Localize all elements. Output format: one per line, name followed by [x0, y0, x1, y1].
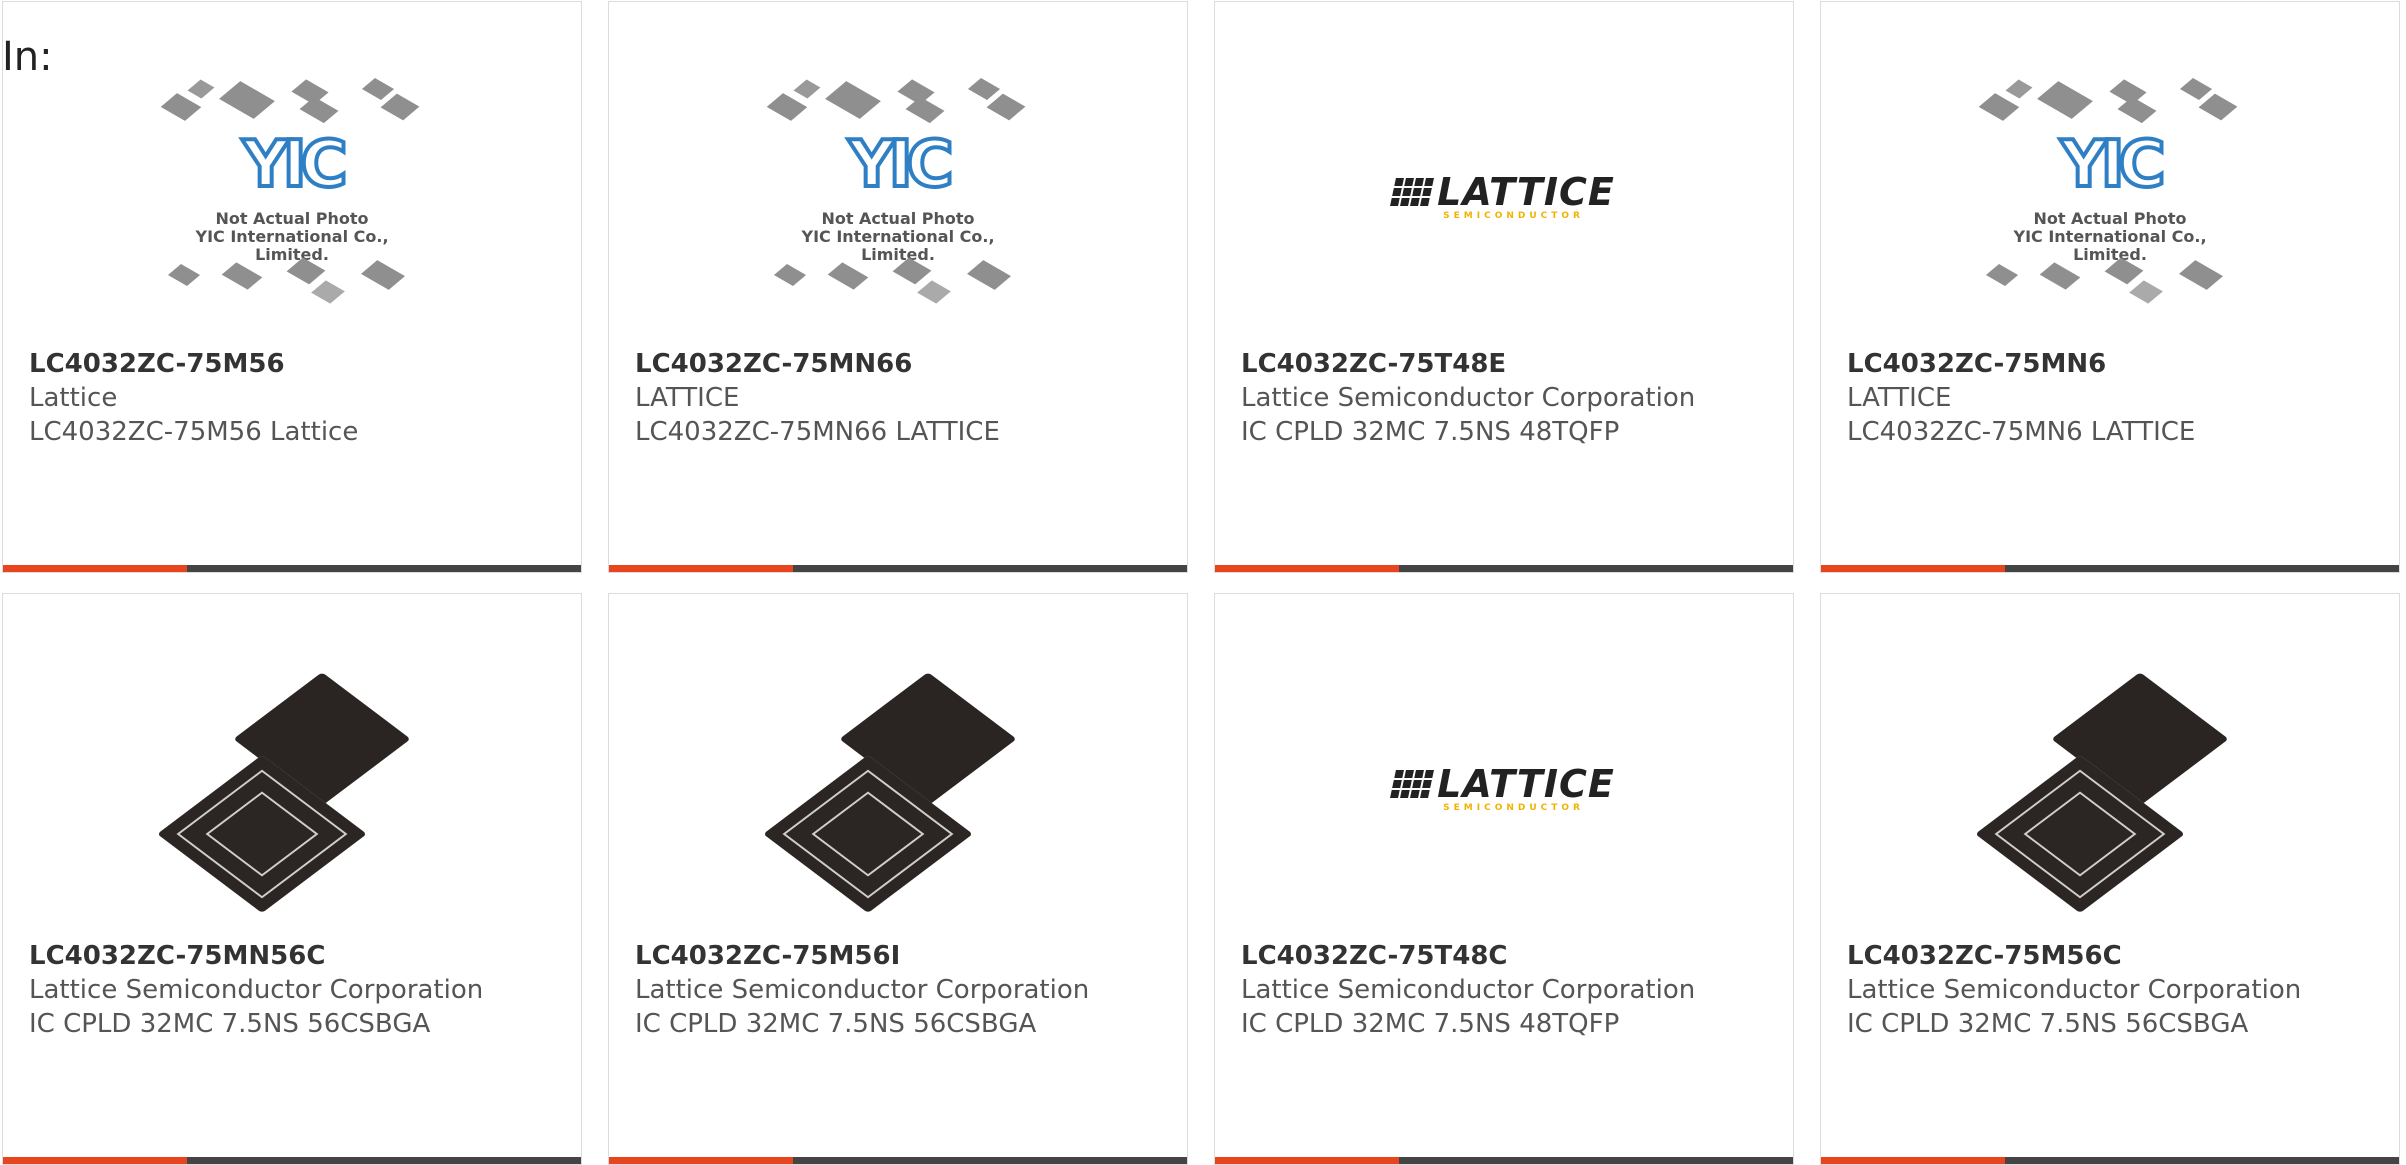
placeholder-line1: Not Actual Photo — [2033, 209, 2187, 228]
manufacturer: Lattice — [29, 383, 118, 413]
product-card[interactable]: LATTICE SEMICONDUCTOR LC4032ZC-75T48C La… — [1214, 593, 1794, 1165]
part-number-link[interactable]: LC4032ZC-75M56 — [29, 347, 561, 381]
part-number-link[interactable]: LC4032ZC-75T48E — [1241, 347, 1773, 381]
part-number-link[interactable]: LC4032ZC-75MN56C — [29, 939, 561, 973]
product-card[interactable]: LC4032ZC-75M56I Lattice Semiconductor Co… — [608, 593, 1188, 1165]
description: IC CPLD 32MC 7.5NS 48TQFP — [1241, 1009, 1620, 1039]
product-info: LC4032ZC-75M56I Lattice Semiconductor Co… — [635, 939, 1167, 1041]
lattice-logo-word: LATTICE — [1437, 762, 1615, 806]
product-card[interactable]: YIC Not Actual Photo YIC International C… — [1820, 1, 2400, 573]
yic-logo-icon: YIC — [240, 126, 349, 204]
placeholder-line2: YIC International Co., Limited. — [195, 227, 389, 264]
yic-placeholder-image: YIC Not Actual Photo YIC International C… — [1975, 77, 2245, 317]
manufacturer: Lattice Semiconductor Corporation — [1241, 975, 1696, 1005]
product-image[interactable]: YIC Not Actual Photo YIC International C… — [1821, 57, 2399, 337]
product-card[interactable]: YIC Not Actual Photo YIC International C… — [608, 1, 1188, 573]
bga-chip-image — [1975, 672, 2229, 914]
lattice-logo-sub: SEMICONDUCTOR — [1443, 211, 1584, 221]
manufacturer: Lattice Semiconductor Corporation — [29, 975, 484, 1005]
product-info: LC4032ZC-75T48E Lattice Semiconductor Co… — [1241, 347, 1773, 449]
product-card[interactable]: LC4032ZC-75MN56C Lattice Semiconductor C… — [2, 593, 582, 1165]
placeholder-line2: YIC International Co., Limited. — [801, 227, 995, 264]
placeholder-line1: Not Actual Photo — [215, 209, 369, 228]
product-card[interactable]: LATTICE SEMICONDUCTOR LC4032ZC-75T48E La… — [1214, 1, 1794, 573]
product-image[interactable]: YIC Not Actual Photo YIC International C… — [609, 57, 1187, 337]
lattice-logo-sub: SEMICONDUCTOR — [1443, 803, 1584, 813]
lattice-logo-icon: LATTICE SEMICONDUCTOR — [1390, 170, 1615, 221]
product-info: LC4032ZC-75MN66 LATTICE LC4032ZC-75MN66 … — [635, 347, 1167, 449]
yic-placeholder-image: YIC Not Actual Photo YIC International C… — [763, 77, 1033, 317]
part-number-link[interactable]: LC4032ZC-75M56I — [635, 939, 1167, 973]
part-number-link[interactable]: LC4032ZC-75M56C — [1847, 939, 2379, 973]
product-info: LC4032ZC-75M56C Lattice Semiconductor Co… — [1847, 939, 2379, 1041]
product-image[interactable]: LATTICE SEMICONDUCTOR — [1215, 57, 1793, 337]
placeholder-caption: Not Actual Photo YIC International Co., … — [1975, 210, 2245, 264]
product-info: LC4032ZC-75T48C Lattice Semiconductor Co… — [1241, 939, 1773, 1041]
part-number-link[interactable]: LC4032ZC-75T48C — [1241, 939, 1773, 973]
manufacturer: LATTICE — [1847, 383, 1952, 413]
description: IC CPLD 32MC 7.5NS 56CSBGA — [635, 1009, 1037, 1039]
manufacturer: Lattice Semiconductor Corporation — [1847, 975, 2302, 1005]
lattice-logo-icon: LATTICE SEMICONDUCTOR — [1390, 762, 1615, 813]
product-image[interactable]: YIC Not Actual Photo YIC International C… — [3, 57, 581, 337]
product-grid: YIC Not Actual Photo YIC International C… — [2, 1, 2406, 1165]
card-footer-bar — [1215, 565, 1793, 572]
manufacturer: Lattice Semiconductor Corporation — [635, 975, 1090, 1005]
product-info: LC4032ZC-75MN56C Lattice Semiconductor C… — [29, 939, 561, 1041]
placeholder-caption: Not Actual Photo YIC International Co., … — [763, 210, 1033, 264]
product-info: LC4032ZC-75MN6 LATTICE LC4032ZC-75MN6 LA… — [1847, 347, 2379, 449]
product-image[interactable]: LATTICE SEMICONDUCTOR — [1215, 649, 1793, 929]
description: LC4032ZC-75MN6 LATTICE — [1847, 417, 2196, 447]
card-footer-bar — [1821, 565, 2399, 572]
placeholder-line1: Not Actual Photo — [821, 209, 975, 228]
card-footer-bar — [609, 565, 1187, 572]
description: IC CPLD 32MC 7.5NS 56CSBGA — [29, 1009, 431, 1039]
lattice-logo-word: LATTICE — [1437, 170, 1615, 214]
product-info: LC4032ZC-75M56 Lattice LC4032ZC-75M56 La… — [29, 347, 561, 449]
product-card[interactable]: LC4032ZC-75M56C Lattice Semiconductor Co… — [1820, 593, 2400, 1165]
description: IC CPLD 32MC 7.5NS 56CSBGA — [1847, 1009, 2249, 1039]
filter-label: In: — [2, 34, 53, 80]
description: IC CPLD 32MC 7.5NS 48TQFP — [1241, 417, 1620, 447]
yic-logo-icon: YIC — [846, 126, 955, 204]
bga-chip-image — [763, 672, 1017, 914]
yic-placeholder-image: YIC Not Actual Photo YIC International C… — [157, 77, 427, 317]
manufacturer: Lattice Semiconductor Corporation — [1241, 383, 1696, 413]
card-footer-bar — [3, 565, 581, 572]
product-image[interactable] — [3, 649, 581, 929]
product-card[interactable]: YIC Not Actual Photo YIC International C… — [2, 1, 582, 573]
manufacturer: LATTICE — [635, 383, 740, 413]
part-number-link[interactable]: LC4032ZC-75MN66 — [635, 347, 1167, 381]
part-number-link[interactable]: LC4032ZC-75MN6 — [1847, 347, 2379, 381]
description: LC4032ZC-75M56 Lattice — [29, 417, 359, 447]
description: LC4032ZC-75MN66 LATTICE — [635, 417, 1000, 447]
product-image[interactable] — [1821, 649, 2399, 929]
placeholder-caption: Not Actual Photo YIC International Co., … — [157, 210, 427, 264]
bga-chip-image — [157, 672, 411, 914]
product-image[interactable] — [609, 649, 1187, 929]
yic-logo-icon: YIC — [2058, 126, 2167, 204]
placeholder-line2: YIC International Co., Limited. — [2013, 227, 2207, 264]
